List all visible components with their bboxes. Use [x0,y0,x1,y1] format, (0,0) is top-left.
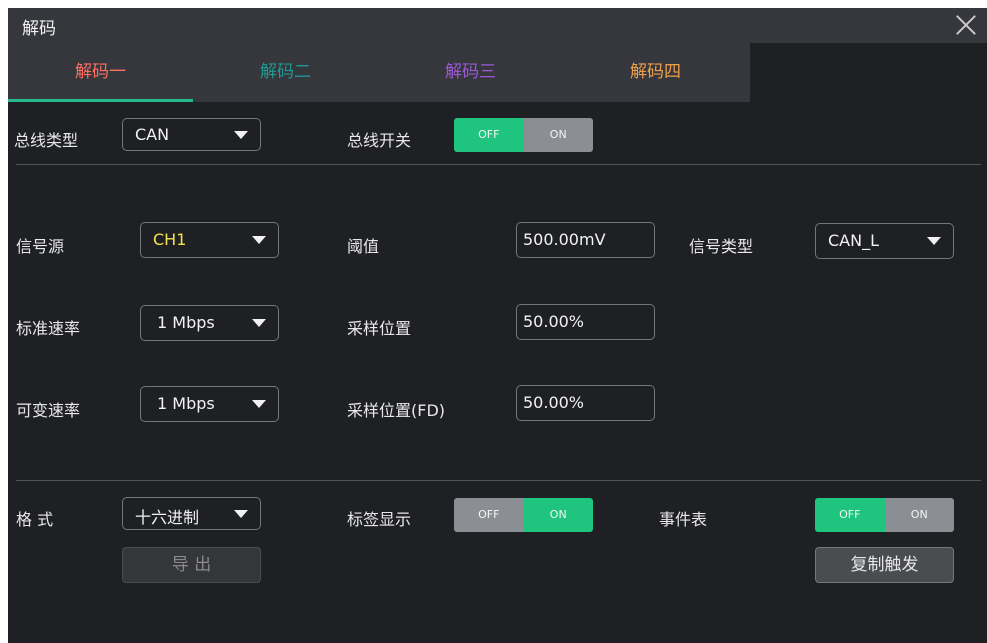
close-icon[interactable] [953,12,979,38]
sample-position-fd-value: 50.00% [523,393,585,412]
signal-type-value: CAN_L [828,231,879,250]
std-rate-value: 1 Mbps [157,313,215,332]
tab-decode-4[interactable]: 解码四 [563,43,748,102]
sample-position-fd-label: 采样位置(FD) [347,401,446,420]
tab-decode-2[interactable]: 解码二 [193,43,378,102]
chevron-down-icon [234,510,248,518]
event-table-toggle[interactable]: OFF ON [815,498,954,532]
signal-source-value: CH1 [153,230,187,249]
copy-trigger-button[interactable]: 复制触发 [815,547,954,583]
event-table-on[interactable]: ON [884,498,954,532]
chevron-down-icon [252,400,266,408]
tag-display-label: 标签显示 [347,510,412,529]
event-table-off[interactable]: OFF [815,498,885,532]
bus-type-label: 总线类型 [14,131,79,150]
divider [16,480,981,481]
chevron-down-icon [927,237,941,245]
tab-decode-1[interactable]: 解码一 [8,43,193,102]
bus-type-dropdown[interactable]: CAN [122,118,261,151]
sample-position-field[interactable]: 50.00% [516,304,655,340]
decode-dialog: 解码 解码一 解码二 解码三 解码四 总线类型 CAN 总线开关 OFF ON … [8,8,987,643]
bus-type-value: CAN [135,125,170,144]
dialog-title: 解码 [22,19,56,39]
signal-source-dropdown[interactable]: CH1 [140,222,279,258]
signal-type-label: 信号类型 [689,237,754,256]
format-label: 格 式 [16,510,54,529]
tab-decode-3[interactable]: 解码三 [378,43,563,102]
tag-display-toggle[interactable]: OFF ON [454,498,593,532]
threshold-field[interactable]: 500.00mV [516,222,655,258]
event-table-label: 事件表 [659,510,708,529]
sample-position-label: 采样位置 [347,319,412,338]
std-rate-label: 标准速率 [16,319,81,338]
var-rate-value: 1 Mbps [157,394,215,413]
std-rate-dropdown[interactable]: 1 Mbps [140,305,279,341]
threshold-label: 阈值 [347,237,380,256]
chevron-down-icon [252,236,266,244]
bus-switch-off[interactable]: OFF [454,118,524,152]
signal-type-dropdown[interactable]: CAN_L [815,223,954,259]
threshold-value: 500.00mV [523,230,606,249]
format-value: 十六进制 [135,508,200,527]
chevron-down-icon [252,319,266,327]
tag-display-on[interactable]: ON [523,498,593,532]
tag-display-off[interactable]: OFF [454,498,524,532]
var-rate-dropdown[interactable]: 1 Mbps [140,386,279,422]
var-rate-label: 可变速率 [16,401,81,420]
title-bar: 解码 [8,8,987,43]
sample-position-value: 50.00% [523,312,585,331]
export-button[interactable]: 导 出 [122,547,261,583]
chevron-down-icon [234,131,248,139]
divider [16,164,981,165]
signal-source-label: 信号源 [16,237,65,256]
decode-tabs: 解码一 解码二 解码三 解码四 [8,43,750,102]
format-dropdown[interactable]: 十六进制 [122,497,261,530]
bus-switch-on[interactable]: ON [523,118,593,152]
bus-switch-label: 总线开关 [347,131,412,150]
bus-switch-toggle[interactable]: OFF ON [454,118,593,152]
sample-position-fd-field[interactable]: 50.00% [516,385,655,421]
